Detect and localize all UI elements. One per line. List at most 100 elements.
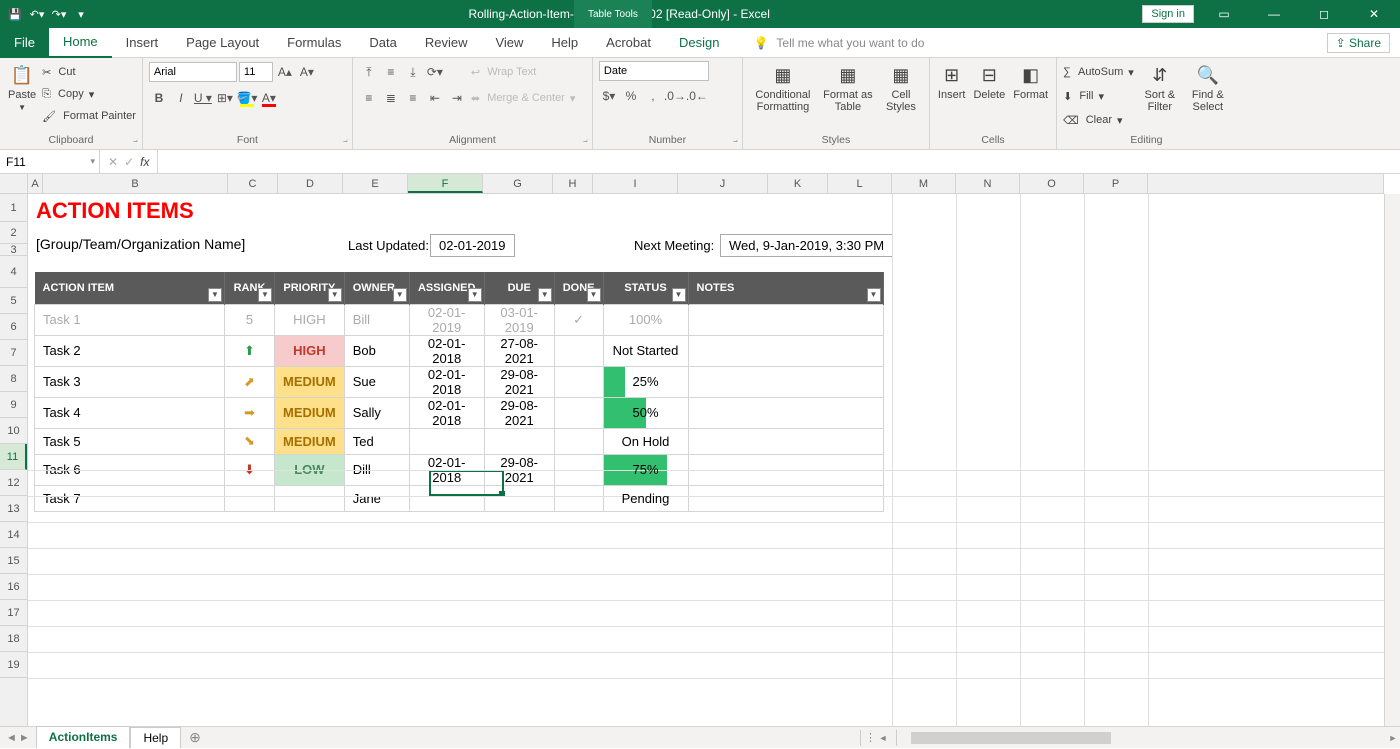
formula-input[interactable] (158, 150, 1400, 173)
cell-due[interactable]: 29-08-2021 (484, 366, 554, 397)
close-button[interactable]: ✕ (1354, 0, 1394, 28)
row-header-15[interactable]: 15 (0, 548, 27, 574)
comma-format-icon[interactable]: , (643, 86, 663, 106)
filter-icon[interactable]: ▼ (538, 288, 552, 302)
tab-view[interactable]: View (481, 28, 537, 58)
undo-icon[interactable]: ↶▾ (28, 5, 46, 23)
sign-in-button[interactable]: Sign in (1142, 5, 1194, 23)
row-header-17[interactable]: 17 (0, 600, 27, 626)
delete-cells-button[interactable]: ⊟Delete (971, 61, 1007, 103)
cell-notes[interactable] (688, 335, 883, 366)
border-button[interactable]: ⊞▾ (215, 88, 235, 108)
row-header-12[interactable]: 12 (0, 470, 27, 496)
cell-notes[interactable] (688, 366, 883, 397)
underline-button[interactable]: U ▾ (193, 88, 213, 108)
cell-owner[interactable]: Sue (344, 366, 409, 397)
cell-action-item[interactable]: Task 5 (35, 428, 225, 454)
cell-action-item[interactable]: Task 3 (35, 366, 225, 397)
copy-button[interactable]: ⎘ Copy ▾ (42, 83, 136, 105)
tab-formulas[interactable]: Formulas (273, 28, 355, 58)
column-header-N[interactable]: N (956, 174, 1020, 193)
sheet-nav-last-icon[interactable]: ► (19, 732, 30, 744)
insert-cells-button[interactable]: ⊞Insert (936, 61, 968, 103)
select-all-corner[interactable] (0, 174, 28, 194)
cell-status[interactable]: Pending (603, 485, 688, 511)
column-header-P[interactable]: P (1084, 174, 1148, 193)
cell-rank[interactable]: ⬊ (225, 428, 275, 454)
tab-help[interactable]: Help (537, 28, 592, 58)
autosum-button[interactable]: ∑ AutoSum ▾ (1063, 61, 1134, 83)
cut-button[interactable]: ✂ Cut (42, 61, 136, 83)
cell-rank[interactable] (225, 485, 275, 511)
filter-icon[interactable]: ▼ (208, 288, 222, 302)
italic-button[interactable]: I (171, 88, 191, 108)
column-header-D[interactable]: D (278, 174, 343, 193)
row-header-6[interactable]: 6 (0, 314, 27, 340)
row-header-7[interactable]: 7 (0, 340, 27, 366)
cell-due[interactable] (484, 485, 554, 511)
tab-review[interactable]: Review (411, 28, 482, 58)
sheet-nav-first-icon[interactable]: ◄ (6, 732, 17, 744)
tell-me-search[interactable]: 💡 Tell me what you want to do (753, 36, 924, 50)
paste-button[interactable]: 📋 Paste ▼ (6, 61, 38, 114)
row-header-2[interactable]: 2 (0, 222, 27, 244)
enter-formula-icon[interactable]: ✓ (124, 155, 134, 169)
tab-data[interactable]: Data (355, 28, 410, 58)
cancel-formula-icon[interactable]: ✕ (108, 155, 118, 169)
align-bottom-icon[interactable]: ⤓ (403, 62, 423, 82)
row-header-19[interactable]: 19 (0, 652, 27, 678)
column-header-F[interactable]: F (408, 174, 483, 193)
name-box[interactable]: F11 (0, 150, 100, 173)
row-header-16[interactable]: 16 (0, 574, 27, 600)
split-handle-icon[interactable]: ⋮ (865, 731, 876, 744)
cell-priority[interactable] (275, 485, 345, 511)
tab-acrobat[interactable]: Acrobat (592, 28, 665, 58)
cell-notes[interactable] (688, 397, 883, 428)
align-top-icon[interactable]: ⤒ (359, 62, 379, 82)
cell-status[interactable]: 25% (603, 366, 688, 397)
cell-owner[interactable]: Bill (344, 304, 409, 335)
tab-file[interactable]: File (0, 28, 49, 58)
cell-rank[interactable]: ⬈ (225, 366, 275, 397)
cell-rank[interactable]: ➡ (225, 397, 275, 428)
cell-owner[interactable]: Jane (344, 485, 409, 511)
fx-icon[interactable]: fx (140, 155, 149, 169)
increase-decimal-icon[interactable]: .0→ (665, 86, 685, 106)
align-right-icon[interactable]: ≡ (403, 88, 423, 108)
cell-priority[interactable]: MEDIUM (275, 366, 345, 397)
cell-due[interactable] (484, 428, 554, 454)
cell-assigned[interactable]: 02-01-2018 (409, 366, 484, 397)
format-as-table-button[interactable]: ▦Format as Table (821, 61, 875, 115)
column-header-I[interactable]: I (593, 174, 678, 193)
percent-format-icon[interactable]: % (621, 86, 641, 106)
find-select-button[interactable]: 🔍Find & Select (1186, 61, 1230, 115)
cell-done[interactable] (554, 428, 603, 454)
row-header-4[interactable]: 4 (0, 256, 27, 288)
increase-indent-icon[interactable]: ⇥ (447, 88, 467, 108)
column-header-L[interactable]: L (828, 174, 892, 193)
decrease-font-icon[interactable]: A▾ (297, 62, 317, 82)
row-header-5[interactable]: 5 (0, 288, 27, 314)
row-header-11[interactable]: 11 (0, 444, 27, 470)
bold-button[interactable]: B (149, 88, 169, 108)
row-header-9[interactable]: 9 (0, 392, 27, 418)
cell-assigned[interactable]: 02-01-2018 (409, 397, 484, 428)
wrap-text-button[interactable]: ↩ Wrap Text (471, 61, 576, 83)
filter-icon[interactable]: ▼ (867, 288, 881, 302)
cell-assigned[interactable] (409, 485, 484, 511)
filter-icon[interactable]: ▼ (393, 288, 407, 302)
cell-action-item[interactable]: Task 1 (35, 304, 225, 335)
cell-action-item[interactable]: Task 4 (35, 397, 225, 428)
font-name-select[interactable] (149, 62, 237, 82)
cell-done[interactable]: ✓ (554, 304, 603, 335)
decrease-decimal-icon[interactable]: .0← (687, 86, 707, 106)
cell-assigned[interactable] (409, 428, 484, 454)
row-header-1[interactable]: 1 (0, 194, 27, 222)
vertical-scrollbar[interactable] (1384, 194, 1400, 726)
increase-font-icon[interactable]: A▴ (275, 62, 295, 82)
fill-button[interactable]: ⬇ Fill ▾ (1063, 85, 1134, 107)
horizontal-scrollbar[interactable] (896, 730, 1380, 746)
column-header-J[interactable]: J (678, 174, 768, 193)
filter-icon[interactable]: ▼ (328, 288, 342, 302)
column-header-K[interactable]: K (768, 174, 828, 193)
